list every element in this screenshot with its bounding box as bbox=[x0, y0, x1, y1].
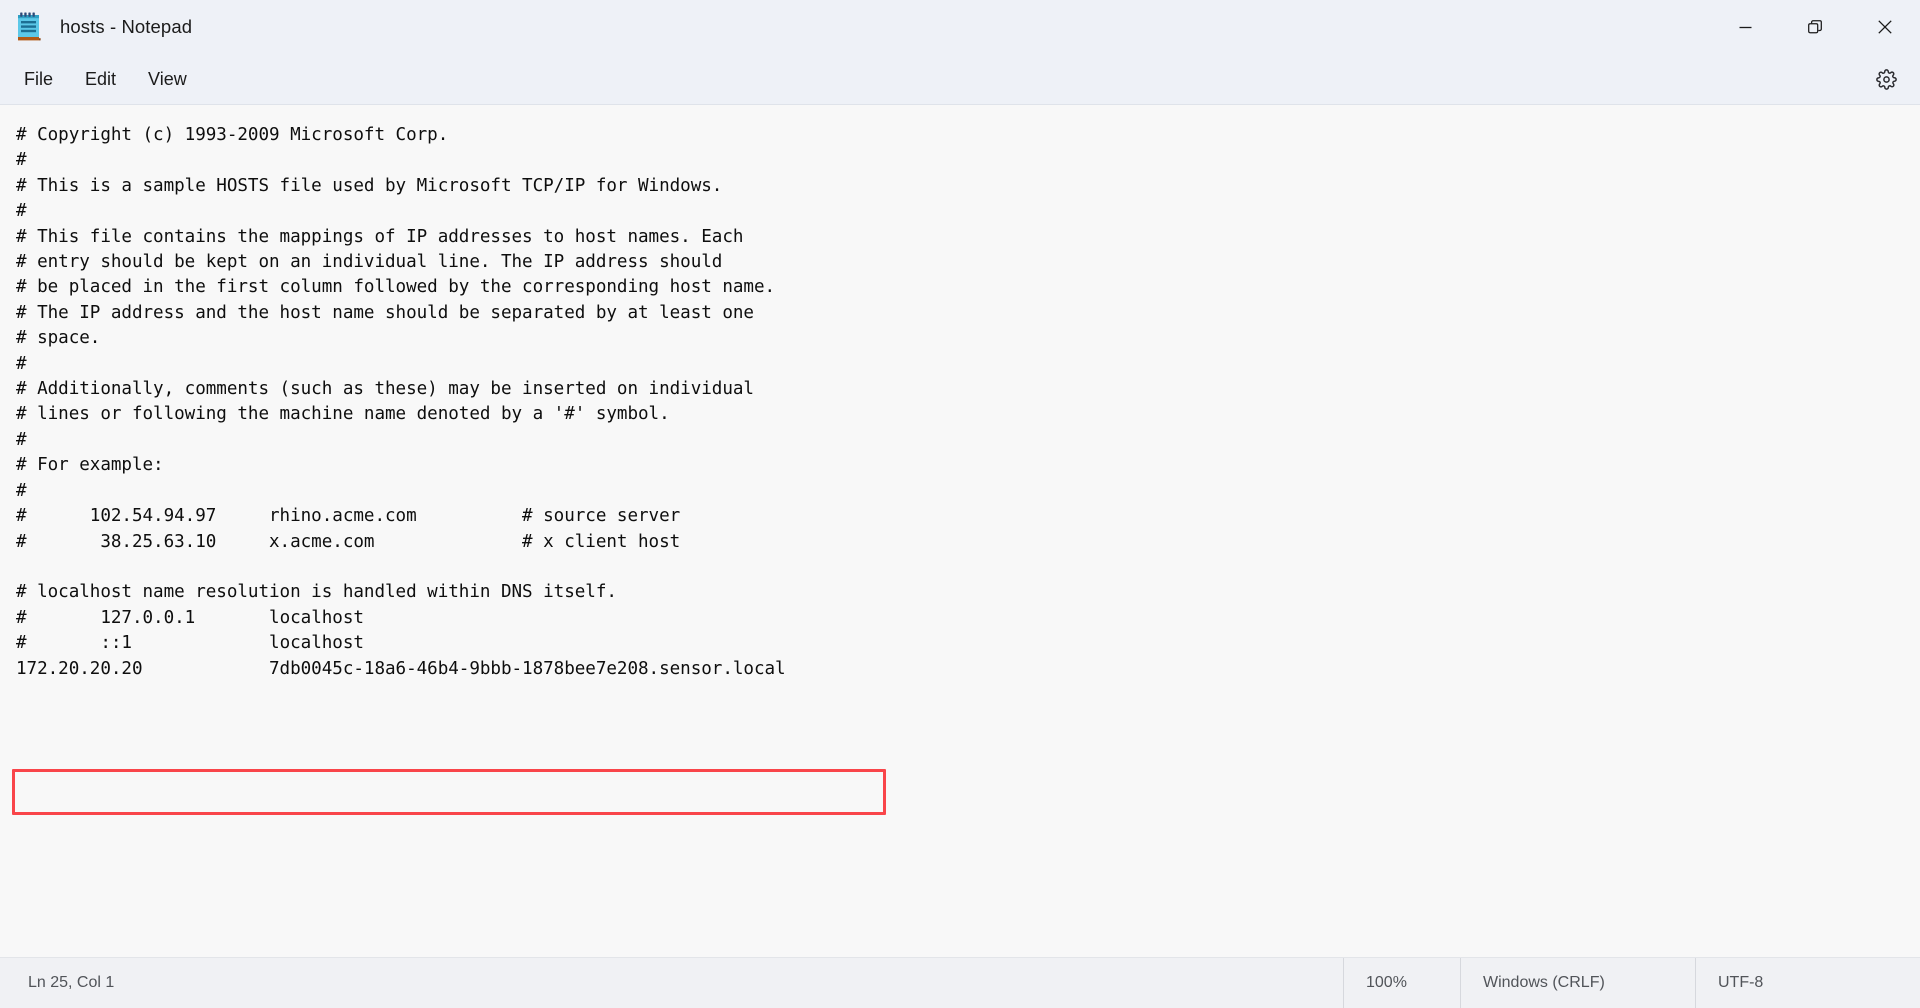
editor-area: # Copyright (c) 1993-2009 Microsoft Corp… bbox=[0, 105, 1920, 957]
text-editor[interactable]: # Copyright (c) 1993-2009 Microsoft Corp… bbox=[0, 105, 1920, 957]
title-bar: hosts - Notepad bbox=[0, 0, 1920, 54]
close-button[interactable] bbox=[1850, 0, 1920, 54]
status-right-group: 100% Windows (CRLF) UTF-8 bbox=[1343, 958, 1920, 1008]
menu-edit[interactable]: Edit bbox=[71, 62, 130, 97]
restore-button[interactable] bbox=[1780, 0, 1850, 54]
minimize-icon bbox=[1739, 26, 1751, 28]
window-controls bbox=[1710, 0, 1920, 54]
minimize-button[interactable] bbox=[1710, 0, 1780, 54]
encoding-selector[interactable]: UTF-8 bbox=[1695, 958, 1920, 1008]
line-ending-selector[interactable]: Windows (CRLF) bbox=[1460, 958, 1695, 1008]
cursor-position: Ln 25, Col 1 bbox=[28, 974, 115, 991]
menu-view[interactable]: View bbox=[134, 62, 201, 97]
gear-icon bbox=[1875, 68, 1897, 90]
restore-icon bbox=[1808, 20, 1822, 34]
menu-bar: File Edit View bbox=[0, 54, 1920, 105]
status-bar: Ln 25, Col 1 100% Windows (CRLF) UTF-8 bbox=[0, 957, 1920, 1008]
window-title: hosts - Notepad bbox=[60, 16, 193, 37]
settings-button[interactable] bbox=[1866, 59, 1906, 99]
notepad-icon bbox=[16, 12, 42, 42]
close-icon bbox=[1878, 20, 1892, 34]
zoom-level[interactable]: 100% bbox=[1343, 958, 1460, 1008]
notepad-window: hosts - Notepad File Edit View # Copyrig… bbox=[0, 0, 1920, 1008]
menu-file[interactable]: File bbox=[10, 62, 67, 97]
